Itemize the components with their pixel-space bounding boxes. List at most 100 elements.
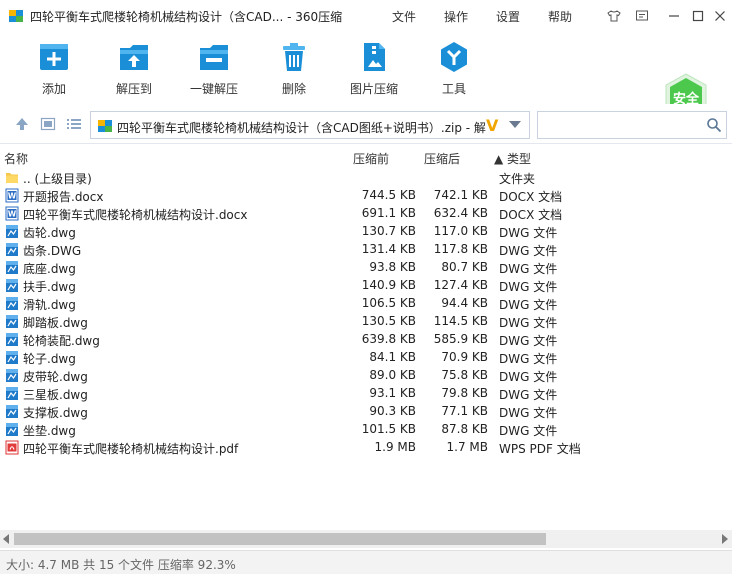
file-row[interactable]: 底座.dwg 93.8 KB 80.7 KB DWG 文件 — [0, 258, 732, 276]
menu-operate[interactable]: 操作 — [444, 8, 468, 25]
file-name: 开题报告.docx — [23, 190, 104, 204]
file-type: DWG 文件 — [499, 244, 558, 258]
file-row[interactable]: 轮子.dwg 84.1 KB 70.9 KB DWG 文件 — [0, 348, 732, 366]
file-name: 轮子.dwg — [23, 352, 76, 366]
file-size: 93.8 KB — [369, 260, 416, 274]
add-label: 添加 — [41, 82, 66, 96]
column-type[interactable]: ▲ 类型 — [494, 150, 531, 167]
file-compressed-size: 94.4 KB — [441, 296, 488, 310]
file-list: .. (上级目录) 文件夹 W 开题报告.docx 744.5 KB 742.1 KB DO… — [0, 168, 732, 530]
file-size: 84.1 KB — [369, 350, 416, 364]
file-size: 101.5 KB — [361, 422, 416, 436]
file-type: 文件夹 — [499, 172, 536, 186]
search-icon[interactable] — [706, 117, 722, 133]
path-dropdown-icon[interactable] — [509, 121, 521, 128]
image-compress-label: 图片压缩 — [349, 82, 398, 96]
file-row[interactable]: W 四轮平衡车式爬楼轮椅机械结构设计.docx 691.1 KB 632.4 KB DO… — [0, 204, 732, 222]
file-compressed-size: 1.7 MB — [446, 440, 488, 454]
dwg-file-icon — [6, 297, 18, 310]
search-box[interactable] — [537, 111, 727, 139]
column-name[interactable]: 名称 — [4, 150, 28, 167]
tools-icon — [441, 42, 467, 72]
delete-button[interactable]: 删除 — [259, 40, 329, 97]
menu-file[interactable]: 文件 — [392, 8, 416, 25]
up-level-icon[interactable] — [14, 116, 30, 132]
file-compressed-size: 632.4 KB — [433, 206, 488, 220]
file-type: DOCX 文档 — [499, 208, 563, 222]
file-row[interactable]: 坐垫.dwg 101.5 KB 87.8 KB DWG 文件 — [0, 420, 732, 438]
add-icon — [40, 44, 68, 70]
image-compress-button[interactable]: 图片压缩 — [339, 40, 409, 97]
file-row[interactable]: 皮带轮.dwg 89.0 KB 75.8 KB DWG 文件 — [0, 366, 732, 384]
file-row[interactable]: 轮椅装配.dwg 639.8 KB 585.9 KB DWG 文件 — [0, 330, 732, 348]
dwg-file-icon — [6, 333, 18, 346]
file-row[interactable]: 四轮平衡车式爬楼轮椅机械结构设计.pdf 1.9 MB 1.7 MB WPS PDF … — [0, 438, 732, 456]
toolbar: 添加 解压到 一键解压 删除 图片压缩 工具 安全 — [0, 32, 732, 125]
dwg-file-icon — [6, 405, 18, 418]
tools-button[interactable]: 工具 — [419, 40, 489, 97]
file-compressed-size: 742.1 KB — [433, 188, 488, 202]
one-click-extract-label: 一键解压 — [189, 82, 238, 96]
file-row[interactable]: W 开题报告.docx 744.5 KB 742.1 KB DOCX 文档 — [0, 186, 732, 204]
skin-icon[interactable] — [604, 6, 624, 26]
add-button[interactable]: 添加 — [19, 40, 89, 97]
file-size: 140.9 KB — [361, 278, 416, 292]
column-size[interactable]: 压缩前 — [353, 150, 389, 167]
file-row[interactable]: .. (上级目录) 文件夹 — [0, 168, 732, 186]
extract-to-button[interactable]: 解压到 — [99, 40, 169, 97]
file-type: WPS PDF 文档 — [499, 442, 581, 456]
file-type: DWG 文件 — [499, 352, 558, 366]
file-row[interactable]: 支撑板.dwg 90.3 KB 77.1 KB DWG 文件 — [0, 402, 732, 420]
app-logo-icon — [9, 10, 23, 22]
file-size: 130.5 KB — [361, 314, 416, 328]
svg-text:W: W — [8, 210, 17, 219]
one-click-extract-icon — [200, 45, 228, 70]
dwg-file-icon — [6, 225, 18, 238]
maximize-button[interactable] — [688, 6, 708, 26]
archive-path: 四轮平衡车式爬楼轮椅机械结构设计（含CAD图纸+说明书）.zip - 解 — [117, 121, 486, 135]
scrollbar-thumb[interactable] — [14, 533, 546, 545]
file-row[interactable]: 齿轮.dwg 130.7 KB 117.0 KB DWG 文件 — [0, 222, 732, 240]
file-row[interactable]: 扶手.dwg 140.9 KB 127.4 KB DWG 文件 — [0, 276, 732, 294]
menu-help[interactable]: 帮助 — [548, 8, 572, 25]
file-row[interactable]: 三星板.dwg 93.1 KB 79.8 KB DWG 文件 — [0, 384, 732, 402]
title-bar: 四轮平衡车式爬楼轮椅机械结构设计（含CAD... - 360压缩 文件 操作 设… — [0, 0, 732, 32]
file-compressed-size: 79.8 KB — [441, 386, 488, 400]
one-click-extract-button[interactable]: 一键解压 — [179, 40, 249, 97]
thumbnail-view-icon[interactable] — [40, 116, 56, 132]
file-compressed-size: 117.0 KB — [433, 224, 488, 238]
file-row[interactable]: 滑轨.dwg 106.5 KB 94.4 KB DWG 文件 — [0, 294, 732, 312]
minimize-button[interactable] — [664, 6, 684, 26]
scroll-left-icon[interactable] — [3, 534, 9, 544]
verified-check-icon: V — [486, 116, 499, 135]
address-field[interactable]: 四轮平衡车式爬楼轮椅机械结构设计（含CAD图纸+说明书）.zip - 解 V — [90, 111, 530, 139]
menu-settings[interactable]: 设置 — [496, 8, 520, 25]
file-name: 扶手.dwg — [23, 280, 76, 294]
delete-icon — [283, 43, 305, 71]
horizontal-scrollbar[interactable] — [0, 530, 732, 548]
file-name: 四轮平衡车式爬楼轮椅机械结构设计.pdf — [23, 442, 239, 456]
file-name: 皮带轮.dwg — [23, 370, 88, 384]
file-row[interactable]: 脚踏板.dwg 130.5 KB 114.5 KB DWG 文件 — [0, 312, 732, 330]
image-compress-icon — [364, 43, 385, 71]
close-button[interactable] — [710, 6, 730, 26]
folder-icon — [6, 173, 18, 183]
dwg-file-icon — [6, 387, 18, 400]
column-compressed[interactable]: 压缩后 — [424, 150, 460, 167]
list-view-icon[interactable] — [66, 116, 82, 132]
file-row[interactable]: 齿条.DWG 131.4 KB 117.8 KB DWG 文件 — [0, 240, 732, 258]
file-type: DWG 文件 — [499, 388, 558, 402]
file-name: 四轮平衡车式爬楼轮椅机械结构设计.docx — [23, 208, 248, 222]
file-type: DWG 文件 — [499, 424, 558, 438]
svg-text:W: W — [8, 192, 17, 201]
file-name: 底座.dwg — [23, 262, 76, 276]
search-input[interactable] — [542, 116, 702, 134]
file-name: 齿轮.dwg — [23, 226, 76, 240]
extract-to-label: 解压到 — [115, 82, 152, 96]
file-name: 齿条.DWG — [23, 244, 82, 258]
file-compressed-size: 114.5 KB — [433, 314, 488, 328]
file-type: DWG 文件 — [499, 298, 558, 312]
feedback-icon[interactable] — [632, 6, 652, 26]
scroll-right-icon[interactable] — [722, 534, 728, 544]
word-document-icon: W — [5, 188, 19, 203]
